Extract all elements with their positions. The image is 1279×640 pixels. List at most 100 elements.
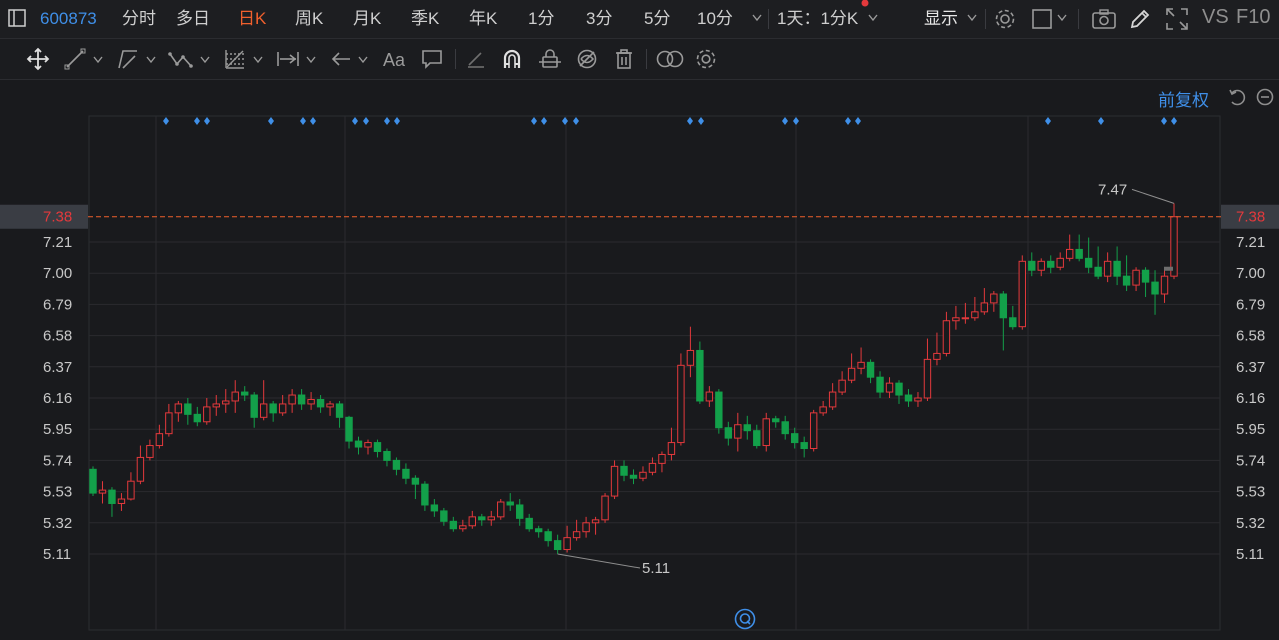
period-tab-10min[interactable]: 10分 bbox=[697, 8, 733, 30]
wave-icon[interactable] bbox=[168, 48, 194, 70]
eraser-icon[interactable] bbox=[465, 48, 487, 70]
arrow-icon[interactable] bbox=[330, 48, 352, 70]
candle-down bbox=[724, 421, 733, 446]
candle-body bbox=[297, 394, 306, 405]
panel-toggle-icon[interactable] bbox=[8, 9, 26, 27]
candle-body bbox=[961, 317, 970, 320]
candle-down bbox=[184, 398, 192, 425]
range-select[interactable]: 1天：1分K bbox=[777, 8, 858, 30]
candle-body bbox=[212, 403, 220, 408]
line-draw-icon[interactable] bbox=[64, 48, 86, 70]
delete-icon[interactable] bbox=[613, 48, 635, 70]
candle-body bbox=[117, 498, 126, 504]
drawing-toolbar: Aa bbox=[0, 39, 1279, 80]
comment-icon[interactable] bbox=[421, 48, 443, 70]
period-tab-quarter-k[interactable]: 季K bbox=[411, 8, 439, 30]
notification-dot-icon bbox=[861, 0, 869, 7]
text-icon[interactable]: Aa bbox=[382, 48, 408, 70]
candle-down bbox=[1151, 270, 1159, 315]
gear-icon[interactable] bbox=[994, 8, 1016, 30]
y-tick-label-right: 6.37 bbox=[1236, 359, 1265, 376]
candle-up bbox=[146, 439, 154, 461]
chevron-down-icon[interactable] bbox=[752, 14, 762, 22]
chevron-down-icon[interactable] bbox=[1057, 14, 1067, 22]
candle-body bbox=[1075, 248, 1083, 259]
plot-frame bbox=[88, 115, 1221, 631]
left-price-axis: 7.21 7.00 6.79 6.58 6.37 6.16 5.95 5.74 5.53 5.32… bbox=[43, 234, 72, 563]
period-tab-day-k[interactable]: 日K bbox=[238, 8, 266, 30]
channel-icon[interactable] bbox=[117, 48, 139, 70]
period-tab-month-k[interactable]: 月K bbox=[353, 8, 381, 30]
candlestick-chart[interactable]: 7.38 7.38 7.47 5.11 7.21 7.00 6.79 6.58 6.37 6.1… bbox=[0, 80, 1279, 640]
candle-body bbox=[610, 465, 619, 497]
candle-body bbox=[487, 516, 495, 521]
candle-body bbox=[1028, 260, 1036, 271]
period-tab-year-k[interactable]: 年K bbox=[469, 8, 497, 30]
candle-down bbox=[1028, 252, 1036, 277]
overlay-icon[interactable] bbox=[656, 48, 684, 70]
candle-up bbox=[734, 412, 742, 452]
event-marker-icon bbox=[194, 117, 200, 125]
candle-body bbox=[98, 489, 107, 494]
event-markers bbox=[163, 117, 1177, 125]
candle-up bbox=[468, 510, 476, 529]
event-marker-icon bbox=[1171, 117, 1177, 125]
search-q-icon[interactable] bbox=[734, 608, 756, 630]
event-marker-icon bbox=[310, 117, 316, 125]
candle-body bbox=[1037, 260, 1045, 271]
candle-up bbox=[914, 392, 922, 407]
candle-body bbox=[478, 516, 486, 521]
magnet-icon[interactable] bbox=[501, 48, 523, 70]
candle-body bbox=[857, 361, 865, 369]
settings-icon[interactable] bbox=[695, 48, 717, 70]
period-tab-3min[interactable]: 3分 bbox=[586, 8, 612, 30]
candle-body bbox=[866, 361, 875, 378]
period-tab-duori[interactable]: 多日 bbox=[176, 8, 210, 30]
candle-body bbox=[468, 516, 476, 527]
divider bbox=[768, 9, 769, 29]
move-icon[interactable] bbox=[26, 47, 50, 71]
period-tab-week-k[interactable]: 周K bbox=[295, 8, 323, 30]
period-tab-5min[interactable]: 5分 bbox=[644, 8, 670, 30]
hide-icon[interactable] bbox=[576, 48, 598, 70]
candle-body bbox=[819, 406, 827, 414]
lock-icon[interactable] bbox=[538, 48, 562, 70]
y-tick-label-right: 5.95 bbox=[1236, 421, 1265, 438]
chevron-down-icon[interactable] bbox=[967, 14, 977, 22]
chevron-down-icon[interactable] bbox=[358, 56, 368, 64]
chevron-down-icon[interactable] bbox=[868, 14, 878, 22]
candle-body bbox=[781, 421, 789, 435]
stock-code[interactable]: 600873 bbox=[40, 8, 97, 30]
measure-icon[interactable] bbox=[276, 48, 300, 70]
chevron-down-icon[interactable] bbox=[253, 56, 263, 64]
y-tick-label-right: 6.16 bbox=[1236, 390, 1265, 407]
candle-up bbox=[686, 326, 695, 378]
period-tab-1min[interactable]: 1分 bbox=[528, 8, 554, 30]
chevron-down-icon[interactable] bbox=[200, 56, 210, 64]
f10-button[interactable]: F10 bbox=[1236, 6, 1270, 28]
candle-up bbox=[933, 332, 941, 366]
candle-up bbox=[658, 451, 666, 473]
candle-body bbox=[269, 403, 277, 414]
pencil-icon[interactable] bbox=[1129, 8, 1151, 30]
candle-up bbox=[155, 424, 164, 449]
chevron-down-icon[interactable] bbox=[93, 56, 103, 64]
y-tick-label-right: 5.32 bbox=[1236, 515, 1265, 532]
fib-icon[interactable] bbox=[224, 48, 246, 70]
chevron-down-icon[interactable] bbox=[306, 56, 316, 64]
display-menu[interactable]: 显示 bbox=[924, 8, 958, 30]
candle-body bbox=[705, 391, 714, 402]
period-tab-fenshi[interactable]: 分时 bbox=[122, 8, 156, 30]
fullscreen-icon[interactable] bbox=[1166, 8, 1188, 30]
candle-down bbox=[354, 436, 363, 455]
vs-button[interactable]: VS bbox=[1202, 6, 1229, 28]
candle-body bbox=[222, 400, 230, 405]
camera-icon[interactable] bbox=[1092, 9, 1116, 29]
layout-square-icon[interactable] bbox=[1032, 9, 1052, 29]
event-marker-icon bbox=[541, 117, 547, 125]
chevron-down-icon[interactable] bbox=[146, 56, 156, 64]
candle-body bbox=[392, 459, 401, 470]
y-tick-label-left: 6.79 bbox=[43, 296, 72, 313]
candle-body bbox=[686, 349, 695, 366]
candle-body bbox=[421, 483, 429, 506]
